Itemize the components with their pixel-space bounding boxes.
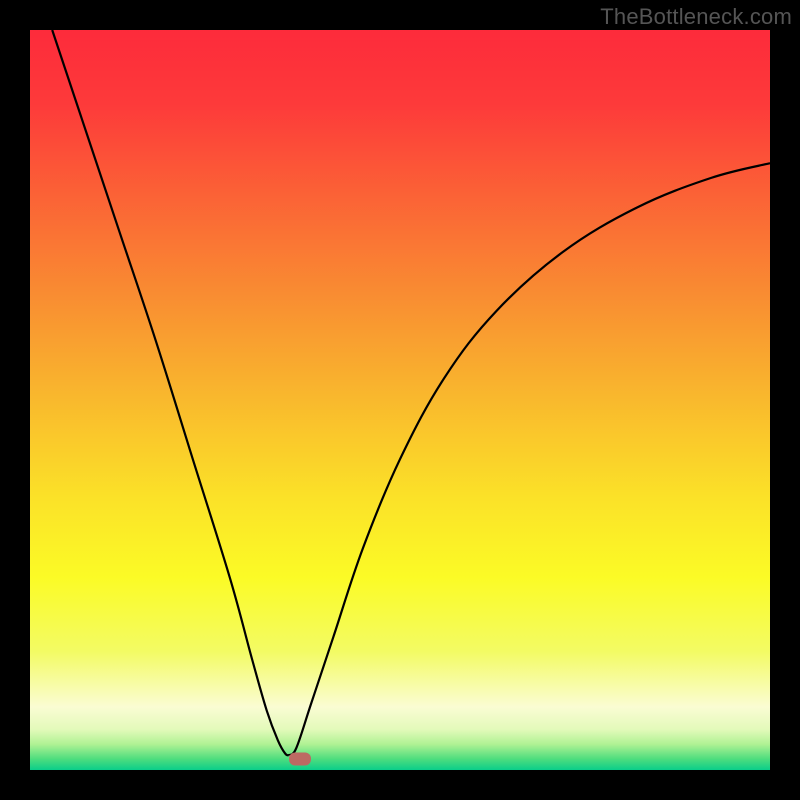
watermark-text: TheBottleneck.com [600, 4, 792, 30]
bottleneck-curve [30, 30, 770, 770]
curve-right-branch [289, 163, 770, 755]
curve-left-branch [52, 30, 289, 755]
plot-area [30, 30, 770, 770]
optimum-marker [289, 752, 311, 765]
